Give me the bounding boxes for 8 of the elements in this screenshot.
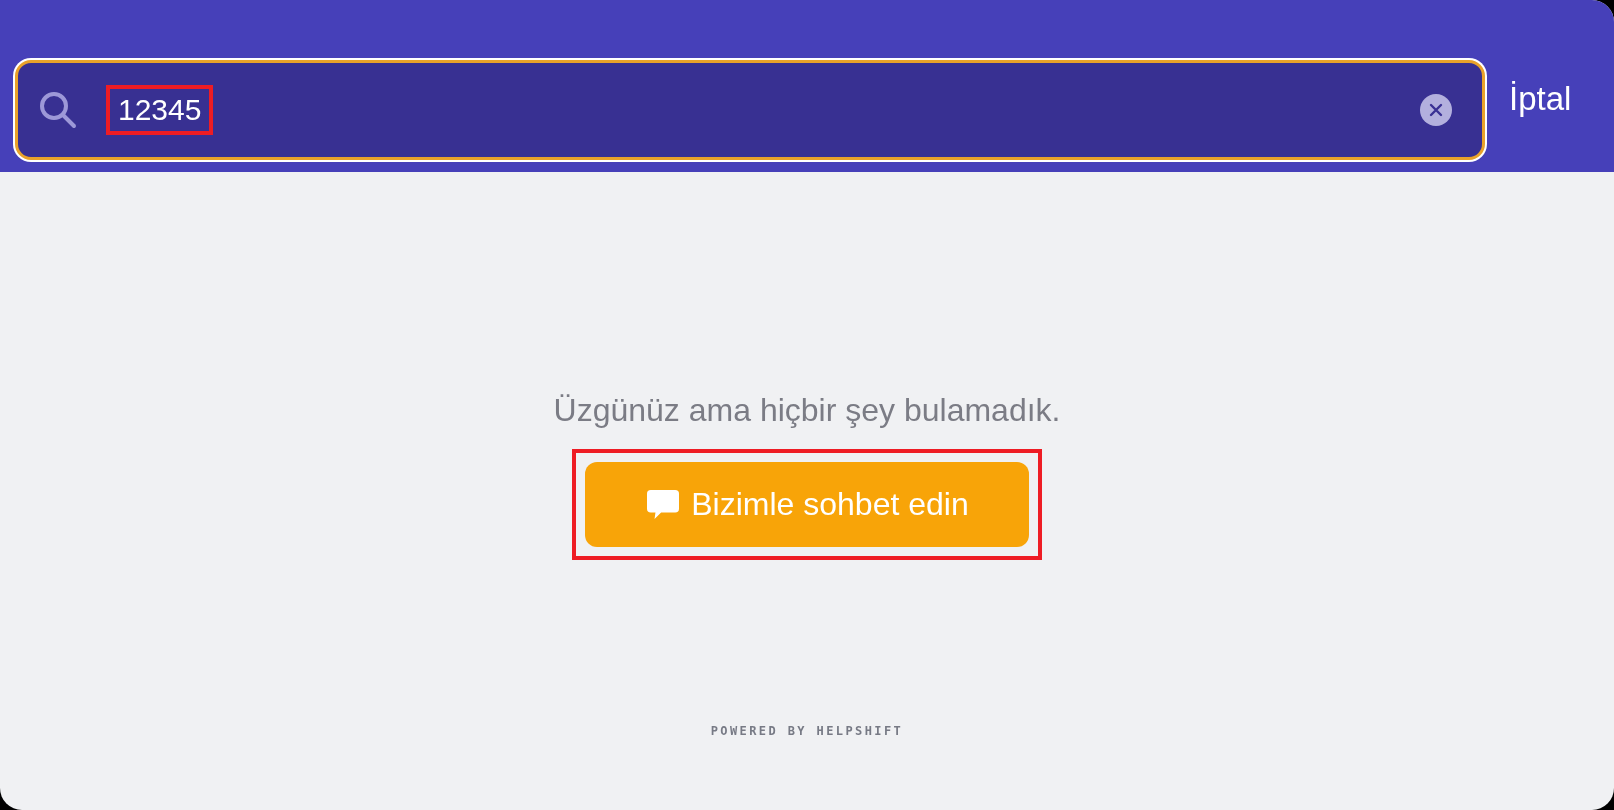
clear-icon[interactable] xyxy=(1420,94,1452,126)
speech-bubble-icon xyxy=(645,488,682,521)
search-icon xyxy=(38,90,78,130)
empty-message: Üzgünüz ama hiçbir şey bulamadık. xyxy=(553,392,1061,429)
cancel-button[interactable]: İptal xyxy=(1509,80,1572,118)
search-field[interactable]: 12345 xyxy=(15,60,1485,160)
powered-by-text: POWERED BY HELPSHIFT xyxy=(710,724,904,738)
search-query: 12345 xyxy=(118,93,202,126)
